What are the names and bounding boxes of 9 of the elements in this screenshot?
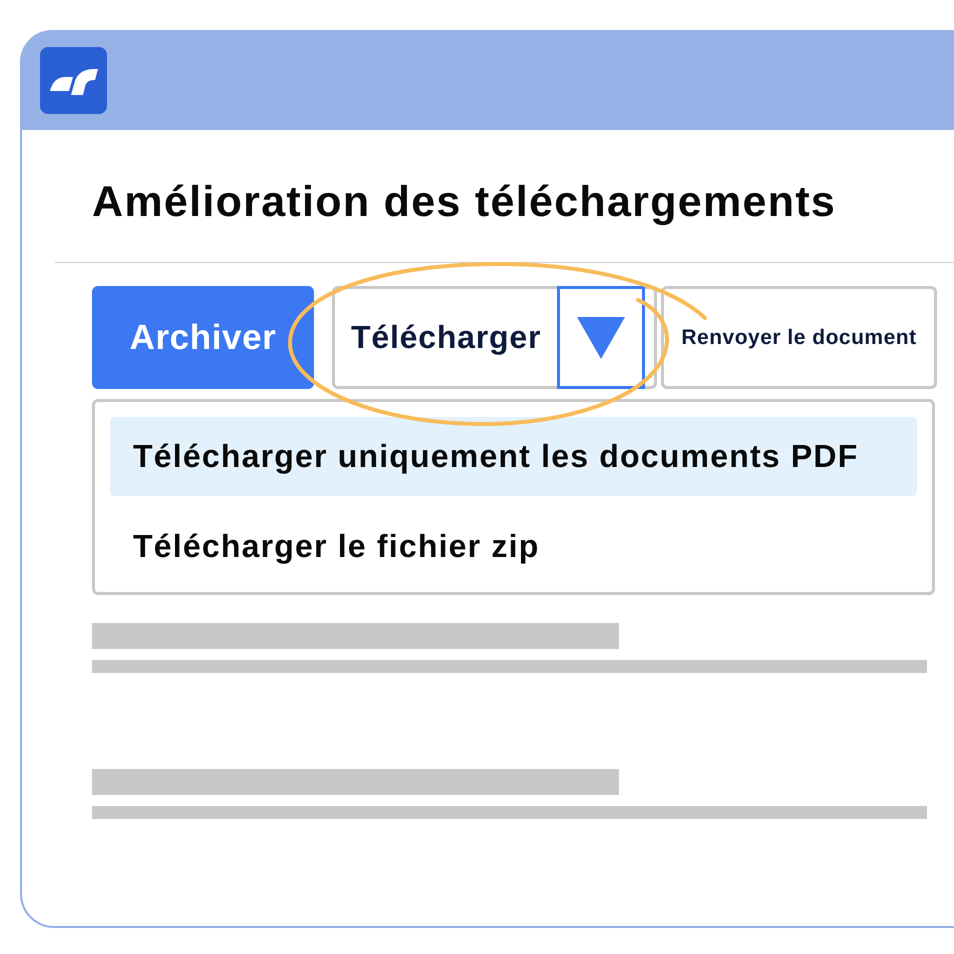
- archive-button[interactable]: Archiver: [92, 286, 314, 389]
- page-title: Amélioration des téléchargements: [92, 177, 836, 228]
- menu-item[interactable]: Télécharger le fichier zip: [110, 508, 917, 584]
- logo-icon: [40, 47, 107, 114]
- menu-item[interactable]: Télécharger uniquement les documents PDF: [110, 417, 917, 496]
- resend-document-button[interactable]: Renvoyer le document: [661, 286, 937, 389]
- dropdown-toggle-button[interactable]: [557, 286, 645, 389]
- download-button[interactable]: Télécharger: [335, 289, 557, 386]
- caret-icon: [577, 316, 625, 358]
